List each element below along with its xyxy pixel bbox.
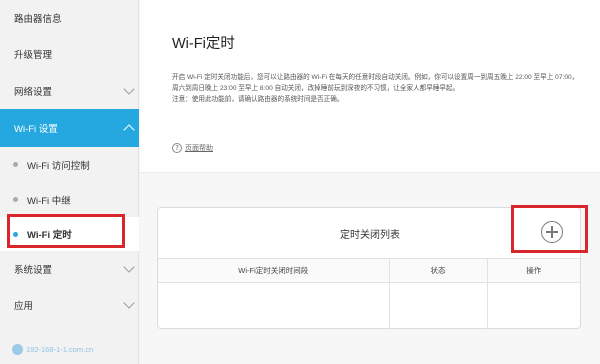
sidebar-item-label: Wi-Fi 定时 [27,230,72,241]
sidebar-item-system[interactable]: 系统设置 [0,251,139,287]
sidebar: 路由器信息 升级管理 网络设置 Wi-Fi 设置 Wi-Fi 访问控制 Wi-F… [0,0,139,364]
page-title: Wi-Fi定时 [172,36,235,52]
column-header-status: 状态 [388,258,487,283]
schedule-section: 定时关闭列表 Wi-Fi定时关闭时间段 状态 操作 [140,172,600,364]
sidebar-item-network[interactable]: 网络设置 [0,72,139,109]
chevron-down-icon [123,297,135,309]
page-help-label: 页面帮助 [185,145,213,152]
schedule-panel: 定时关闭列表 Wi-Fi定时关闭时间段 状态 操作 [157,207,581,329]
sidebar-item-label: Wi-Fi 中继 [27,195,71,207]
note-text: 注意：使用此功能前，请确认路由器的系统时间是否正确。 [172,96,344,103]
help-icon: ? [172,143,182,153]
table-cell [486,282,580,329]
description: 开启 Wi-Fi 定时关闭功能后，您可以让路由器的 Wi-Fi 在每天的任意时段… [172,72,582,105]
table-header-row: Wi-Fi定时关闭时间段 状态 操作 [158,258,580,283]
bullet-icon [13,197,18,202]
sidebar-item-label: Wi-Fi 设置 [14,124,58,135]
chevron-down-icon [123,82,135,95]
add-schedule-button[interactable] [541,221,563,243]
chevron-down-icon [123,261,135,273]
table-cell [388,282,487,329]
sidebar-item-label: 升级管理 [14,50,53,61]
table-row [158,282,580,329]
description-text: 开启 Wi-Fi 定时关闭功能后，您可以让路由器的 Wi-Fi 在每天的任意时段… [172,74,579,92]
main-content: Wi-Fi定时 开启 Wi-Fi 定时关闭功能后，您可以让路由器的 Wi-Fi … [140,0,600,364]
page-help-link[interactable]: ? 页面帮助 [172,143,213,153]
chevron-up-icon [123,124,135,136]
bullet-icon [13,231,18,237]
table-cell [158,283,389,329]
sidebar-item-upgrade[interactable]: 升级管理 [0,36,139,72]
sidebar-item-label: 系统设置 [14,265,53,276]
sidebar-item-router-info[interactable]: 路由器信息 [0,0,139,36]
sidebar-item-label: 应用 [14,301,34,312]
bullet-icon [13,162,18,167]
column-header-time-period: Wi-Fi定时关闭时间段 [158,258,389,283]
sidebar-item-apps[interactable]: 应用 [0,287,139,323]
sidebar-item-label: Wi-Fi 访问控制 [27,160,90,172]
panel-title: 定时关闭列表 [340,230,400,241]
schedule-table: Wi-Fi定时关闭时间段 状态 操作 [158,258,580,329]
sidebar-item-label: 路由器信息 [14,14,62,25]
column-header-action: 操作 [486,258,580,283]
logo-icon [12,344,23,355]
sidebar-subitem-wifi-access-control[interactable]: Wi-Fi 访问控制 [0,147,139,182]
sidebar-item-label: 网络设置 [14,86,53,98]
intro-section: Wi-Fi定时 开启 Wi-Fi 定时关闭功能后，您可以让路由器的 Wi-Fi … [140,0,600,172]
sidebar-subitem-wifi-repeater[interactable]: Wi-Fi 中继 [0,182,139,217]
sidebar-subitem-wifi-schedule[interactable]: Wi-Fi 定时 [0,217,139,251]
watermark-text: 192-168-1-1.com.cn [26,345,94,354]
watermark: 192-168-1-1.com.cn [12,344,93,355]
sidebar-item-wifi-settings[interactable]: Wi-Fi 设置 [0,109,139,147]
